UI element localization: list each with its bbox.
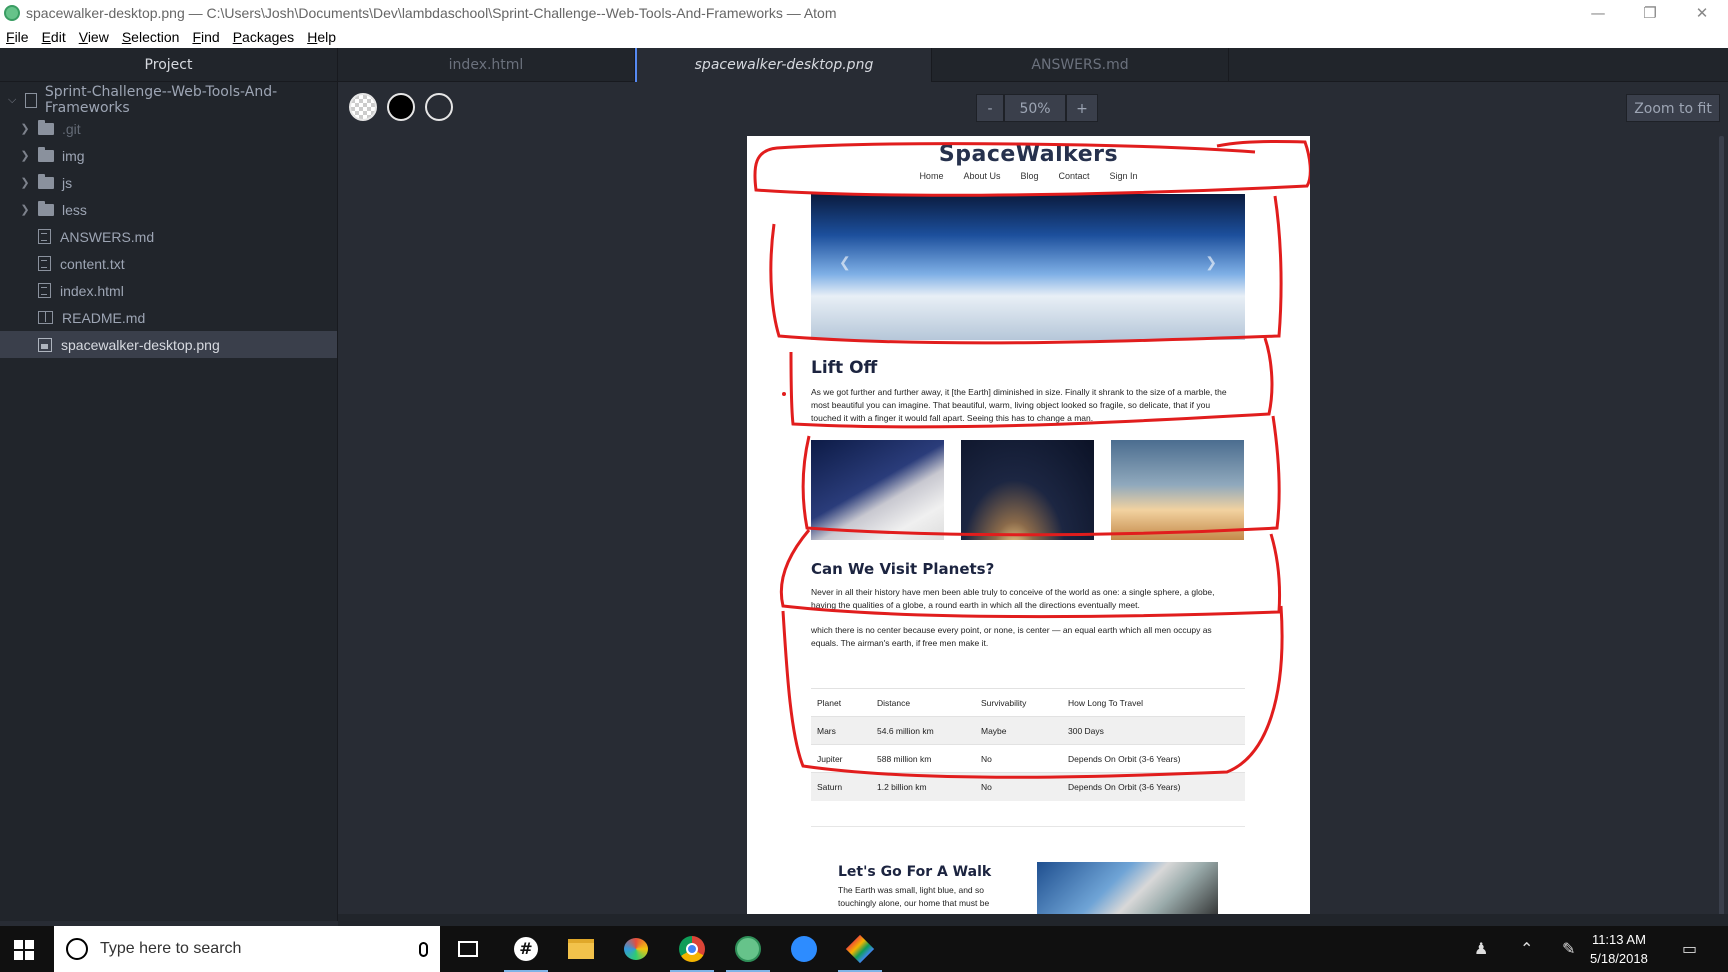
image-file-icon (38, 337, 52, 352)
tree-item-js[interactable]: ❯ js (0, 169, 337, 196)
annotation-outline-header (753, 139, 1310, 197)
tree-item-label: content.txt (60, 255, 125, 272)
annotation-outline-liftoff (789, 337, 1274, 429)
project-tree-panel: Project ⌵ Sprint-Challenge--Web-Tools-An… (0, 48, 338, 921)
windows-start-icon[interactable] (14, 940, 34, 960)
black-bg-button[interactable] (387, 93, 415, 121)
mockup-image: SpaceWalkers Home About Us Blog Contact … (747, 136, 1310, 916)
tree-item-label: less (62, 201, 87, 218)
folder-icon (38, 119, 54, 135)
project-panel-title[interactable]: Project (0, 48, 337, 82)
tree-item-label: .git (62, 120, 81, 137)
book-icon (38, 311, 53, 324)
chevron-right-icon: ❯ (20, 177, 30, 189)
window-titlebar: spacewalker-desktop.png — C:\Users\Josh\… (0, 0, 1728, 26)
taskbar-clock[interactable]: 11:13 AM 5/18/2018 (1590, 930, 1648, 968)
atom-app-icon (4, 5, 20, 21)
editor-tab-bar: index.html spacewalker-desktop.png ANSWE… (338, 48, 1728, 82)
annotation-outline-table (781, 605, 1284, 779)
project-root[interactable]: ⌵ Sprint-Challenge--Web-Tools-And-Framew… (0, 84, 337, 116)
folder-icon (38, 200, 54, 216)
zoom-controls: - 50% + (976, 94, 1098, 122)
menu-view[interactable]: View (79, 29, 109, 45)
image-viewer: - 50% + Zoom to fit SpaceWalkers Home Ab… (338, 82, 1728, 921)
zoom-icon[interactable] (778, 926, 830, 972)
zoom-out-button[interactable]: - (976, 94, 1004, 122)
file-text-icon (38, 256, 51, 271)
tree-item-spacewalker[interactable]: spacewalker-desktop.png (0, 331, 337, 358)
menu-bar: File Edit View Selection Find Packages H… (0, 26, 1728, 48)
tree-item-content[interactable]: content.txt (0, 250, 337, 277)
paint-icon[interactable] (610, 926, 662, 972)
file-text-icon (38, 283, 51, 298)
annotation-outline-hero (769, 195, 1283, 345)
notifications-icon[interactable]: ▭ (1682, 939, 1697, 958)
zoom-level[interactable]: 50% (1004, 94, 1066, 122)
taskbar-search-placeholder: Type here to search (100, 940, 242, 957)
chevron-right-icon: ❯ (20, 204, 30, 216)
microphone-icon[interactable] (419, 941, 428, 957)
repo-icon (24, 92, 37, 108)
minimize-button[interactable]: — (1572, 0, 1624, 26)
zoom-to-fit-button[interactable]: Zoom to fit (1626, 94, 1720, 122)
tab-index-html[interactable]: index.html (338, 48, 635, 82)
tree-item-less[interactable]: ❯ less (0, 196, 337, 223)
taskbar-date: 5/18/2018 (1590, 951, 1648, 966)
tree-item-label: index.html (60, 282, 124, 299)
chevron-down-icon: ⌵ (8, 93, 17, 106)
tree-item-label: README.md (62, 309, 146, 326)
gitkraken-icon[interactable] (834, 926, 886, 972)
tree-item-label: spacewalker-desktop.png (61, 336, 220, 353)
menu-help[interactable]: Help (307, 29, 336, 45)
cortana-icon (66, 938, 88, 960)
menu-file[interactable]: File (6, 29, 29, 45)
taskbar-time: 11:13 AM (1591, 932, 1646, 947)
menu-edit[interactable]: Edit (42, 29, 66, 45)
tree-item-index[interactable]: index.html (0, 277, 337, 304)
restore-button[interactable]: ❐ (1624, 0, 1676, 26)
menu-selection[interactable]: Selection (122, 29, 180, 45)
people-icon[interactable]: ♟ (1474, 939, 1488, 958)
white-bg-button[interactable] (425, 93, 453, 121)
tree-item-answers[interactable]: ANSWERS.md (0, 223, 337, 250)
menu-packages[interactable]: Packages (233, 29, 295, 45)
status-bar (338, 914, 1728, 926)
file-text-icon (38, 229, 51, 244)
project-root-label: Sprint-Challenge--Web-Tools-And-Framewor… (44, 84, 278, 116)
close-button[interactable]: ✕ (1676, 0, 1728, 26)
transparent-bg-button[interactable] (349, 93, 377, 121)
pen-icon[interactable]: ✎ (1562, 939, 1575, 958)
tree-item-img[interactable]: ❯ img (0, 142, 337, 169)
tree-item-label: js (62, 174, 73, 191)
chevron-right-icon: ❯ (20, 123, 30, 135)
chevron-up-icon[interactable]: ⌃ (1520, 939, 1533, 958)
menu-find[interactable]: Find (192, 29, 219, 45)
vertical-scrollbar[interactable] (1719, 136, 1724, 916)
tab-answers-md[interactable]: ANSWERS.md (932, 48, 1229, 82)
zoom-in-button[interactable]: + (1066, 94, 1098, 122)
tree-item-git[interactable]: ❯ .git (0, 115, 337, 142)
tree-item-label: ANSWERS.md (60, 228, 155, 245)
annotation-outline-planets (779, 529, 1281, 619)
atom-icon[interactable] (722, 926, 774, 972)
chrome-icon[interactable] (666, 926, 718, 972)
taskbar-search-box[interactable]: Type here to search (54, 926, 440, 972)
task-view-icon[interactable] (442, 926, 494, 972)
folder-icon (38, 173, 54, 189)
file-explorer-icon[interactable] (555, 926, 607, 972)
chevron-right-icon: ❯ (20, 150, 30, 162)
windows-taskbar: Type here to search # ♟ ⌃ ✎ 11:13 AM 5/1… (0, 926, 1728, 972)
window-title: spacewalker-desktop.png — C:\Users\Josh\… (26, 5, 837, 21)
slack-icon[interactable]: # (500, 926, 552, 972)
tab-spacewalker-png[interactable]: spacewalker-desktop.png (635, 48, 932, 82)
tree-item-readme[interactable]: README.md (0, 304, 337, 331)
tree-item-label: img (62, 147, 85, 164)
annotation-outline-thumbs (801, 415, 1281, 537)
red-annotation-outlines (753, 139, 1310, 779)
folder-icon (38, 146, 54, 162)
annotation-dot (782, 392, 786, 396)
